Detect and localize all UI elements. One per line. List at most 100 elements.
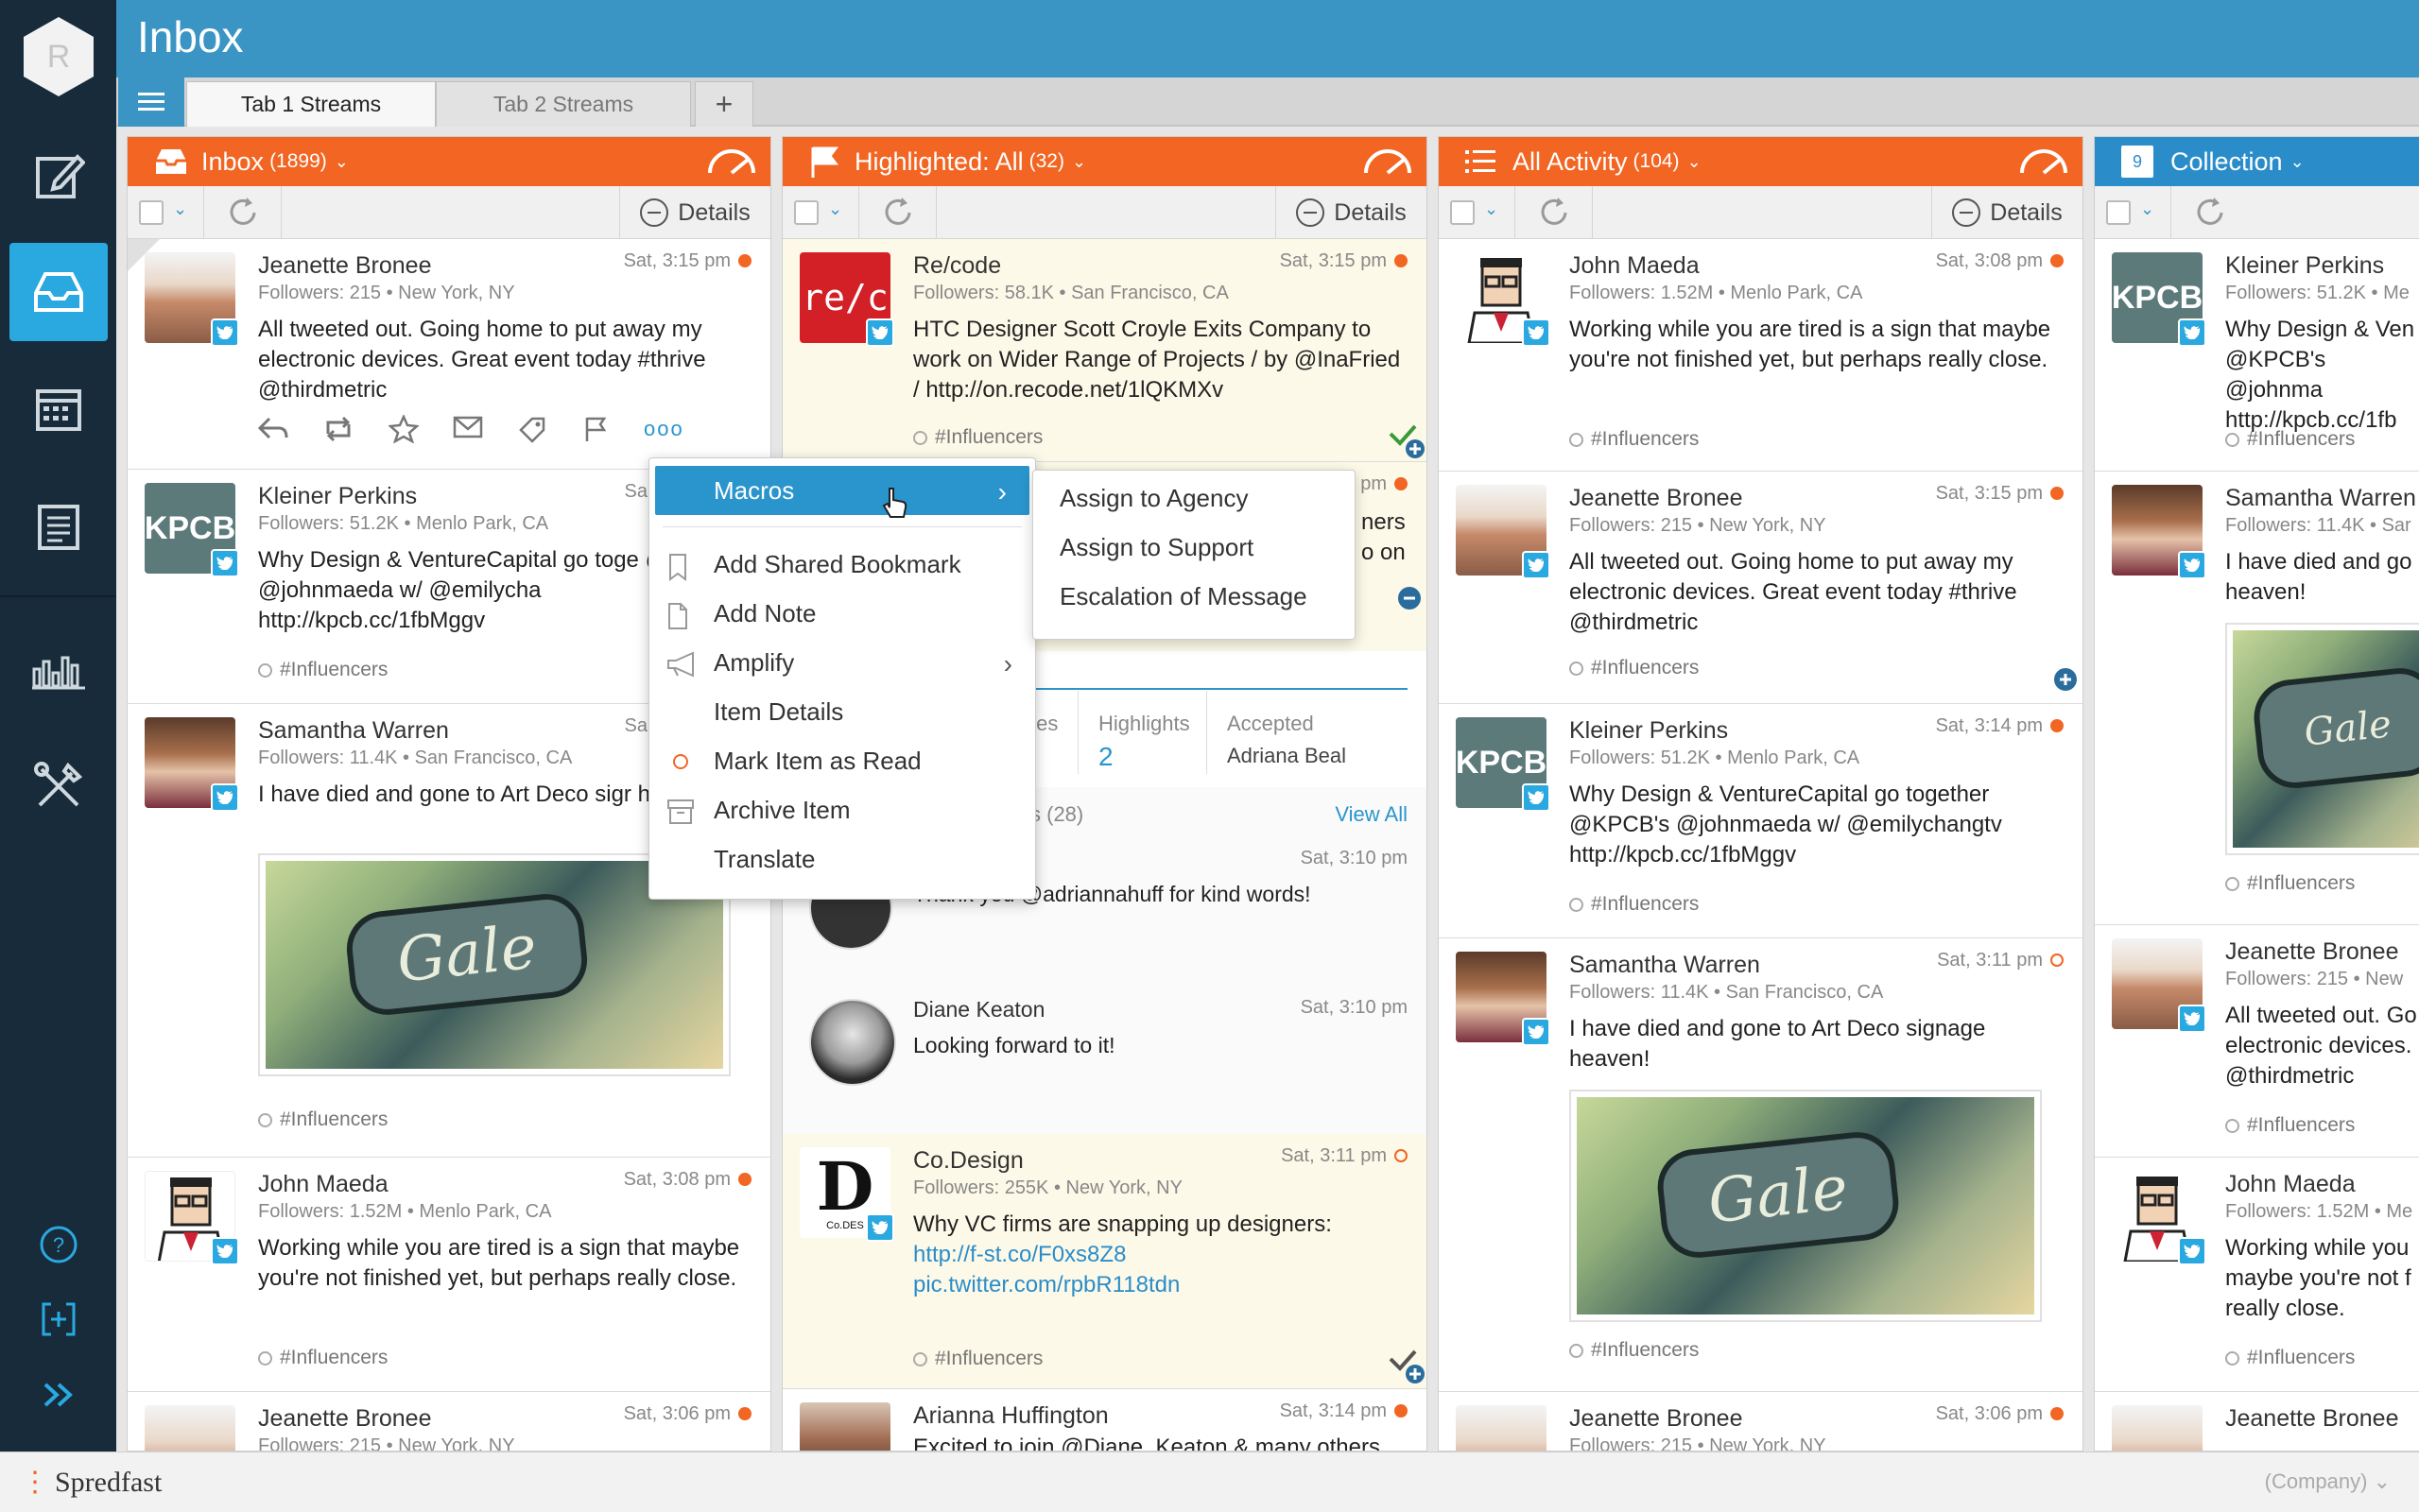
highlights-value[interactable]: 2 [1098,742,1114,772]
author-name[interactable]: Kleiner Perkins [258,483,417,510]
refresh-icon[interactable] [881,196,915,230]
tools-icon[interactable] [9,737,108,835]
read-dot[interactable] [2050,954,2064,967]
refresh-icon[interactable] [2193,196,2227,230]
speed-gauge-icon[interactable] [706,145,757,179]
list-item[interactable]: Jeanette Bronee Followers: 215 • New Yor… [128,1392,770,1451]
hamburger-menu-icon[interactable] [118,77,184,127]
unread-dot[interactable] [1394,1404,1408,1418]
menu-item-item-details[interactable]: Item Details [649,687,1035,736]
author-name[interactable]: Jeanette Bronee [258,252,431,280]
select-all-checkbox[interactable] [794,200,819,225]
tab-1-streams[interactable]: Tab 1 Streams [186,81,436,127]
author-name[interactable]: John Maeda [258,1171,389,1198]
select-all-checkbox[interactable] [1450,200,1475,225]
menu-item-archive[interactable]: Archive Item [649,785,1035,834]
unread-dot[interactable] [2050,1407,2064,1420]
refresh-icon[interactable] [226,196,260,230]
company-selector[interactable]: (Company) ⌄ [2265,1469,2391,1494]
list-item[interactable]: Jeanette Bronee Followers: 215 • New Yor… [1439,472,2082,704]
approve-check-icon[interactable] [1387,1346,1425,1383]
list-item[interactable]: John Maeda Followers: 1.52M • Menlo Park… [128,1158,770,1392]
unread-dot[interactable] [738,254,752,267]
submenu-item-assign-support[interactable]: Assign to Support [1060,533,1253,562]
analytics-icon[interactable] [9,620,108,718]
submenu-item-assign-agency[interactable]: Assign to Agency [1060,484,1248,513]
author-name[interactable]: Diane Keaton [913,997,1045,1022]
details-button[interactable]: Details [1275,186,1426,239]
star-icon[interactable] [389,415,419,443]
collapse-icon[interactable] [1396,585,1423,611]
list-item[interactable]: D Co.DES Co.Design Followers: 255K • New … [783,1134,1426,1389]
select-all-checkbox[interactable] [139,200,164,225]
add-tab-button[interactable]: + [695,81,753,127]
author-name[interactable]: Jeanette Bronee [2225,938,2398,966]
mail-icon[interactable] [453,415,483,439]
list-item[interactable]: KPCB Kleiner Perkins Followers: 51.2K • … [2095,239,2419,472]
menu-item-add-note[interactable]: Add Note [649,589,1035,638]
menu-item-macros[interactable]: Macros › [655,466,1029,518]
chevron-down-icon[interactable]: ⌄ [2140,199,2154,219]
retweet-icon[interactable] [322,415,354,443]
post-image[interactable]: Gale [2225,623,2419,855]
author-name[interactable]: Samantha Warren [258,717,449,745]
speed-gauge-icon[interactable] [1362,145,1413,179]
calendar-icon[interactable] [9,359,108,457]
tag-icon[interactable] [517,415,547,443]
chevron-down-icon[interactable]: ⌄ [1687,152,1702,172]
submenu-item-escalation[interactable]: Escalation of Message [1060,582,1307,611]
list-item[interactable]: KPCB Kleiner Perkins Followers: 51.2K • … [1439,704,2082,938]
unread-dot[interactable] [738,1173,752,1186]
notepad-icon[interactable] [9,476,108,575]
author-name[interactable]: Kleiner Perkins [1569,717,1728,745]
compose-icon[interactable] [9,127,108,225]
expand-plus-icon[interactable] [2052,666,2079,693]
tab-2-streams[interactable]: Tab 2 Streams [436,81,691,127]
author-name[interactable]: John Maeda [1569,252,1700,280]
speed-gauge-icon[interactable] [2018,145,2069,179]
chevron-down-icon[interactable]: ⌄ [173,199,187,219]
column-title[interactable]: Collection [2170,147,2283,177]
list-item[interactable]: Samantha Warren Followers: 11.4K • Sar I… [2095,472,2419,925]
column-title[interactable]: Inbox [201,147,264,177]
author-name[interactable]: Re/code [913,252,1001,280]
author-name[interactable]: John Maeda [2225,1171,2356,1198]
read-dot[interactable] [1394,1149,1408,1162]
inbox-icon[interactable] [9,243,108,341]
menu-item-translate[interactable]: Translate [649,834,1035,884]
unread-dot[interactable] [1394,477,1408,490]
reply-icon[interactable] [258,415,288,441]
author-name[interactable]: Co.Design [913,1147,1024,1175]
column-title[interactable]: Highlighted: All [855,147,1024,177]
chevron-down-icon[interactable]: ⌄ [1072,152,1086,172]
unread-dot[interactable] [2050,254,2064,267]
select-all-checkbox[interactable] [2106,200,2131,225]
menu-item-amplify[interactable]: Amplify › [649,638,1035,687]
unread-dot[interactable] [2050,487,2064,500]
list-item[interactable]: Samantha Warren Followers: 11.4K • San F… [1439,938,2082,1392]
author-name[interactable]: Samantha Warren [2225,485,2416,512]
flag-icon[interactable] [581,415,610,443]
post-image[interactable]: Gale [1569,1090,2042,1322]
details-button[interactable]: Details [619,186,770,239]
view-all-link[interactable]: View All [1335,802,1408,827]
chevron-down-icon[interactable]: ⌄ [335,152,349,172]
menu-item-add-shared-bookmark[interactable]: Add Shared Bookmark [649,540,1035,589]
unread-dot[interactable] [738,1407,752,1420]
author-name[interactable]: Kleiner Perkins [2225,252,2384,280]
chevron-down-icon[interactable]: ⌄ [2290,152,2305,172]
author-name[interactable]: Jeanette Bronee [1569,485,1742,512]
chevron-down-icon[interactable]: ⌄ [828,199,842,219]
brand-logo[interactable]: R [24,17,94,96]
menu-item-mark-read[interactable]: Mark Item as Read [649,736,1035,785]
author-name[interactable]: Samantha Warren [1569,952,1760,979]
approve-check-icon[interactable] [1387,421,1425,458]
post-link[interactable]: pic.twitter.com/rpbR118tdn [913,1270,1406,1300]
expand-nav-icon[interactable] [9,1348,108,1442]
author-name[interactable]: Arianna Huffington [913,1402,1109,1430]
list-item[interactable]: John Maeda Followers: 1.52M • Menlo Park… [1439,239,2082,472]
list-item[interactable]: Jeanette Bronee Followers: 215 • New Yor… [128,239,770,470]
author-name[interactable]: Jeanette Bronee [1569,1405,1742,1433]
more-options-icon[interactable]: ooo [644,415,684,443]
list-item[interactable]: John Maeda Followers: 1.52M • Me Working… [2095,1158,2419,1392]
